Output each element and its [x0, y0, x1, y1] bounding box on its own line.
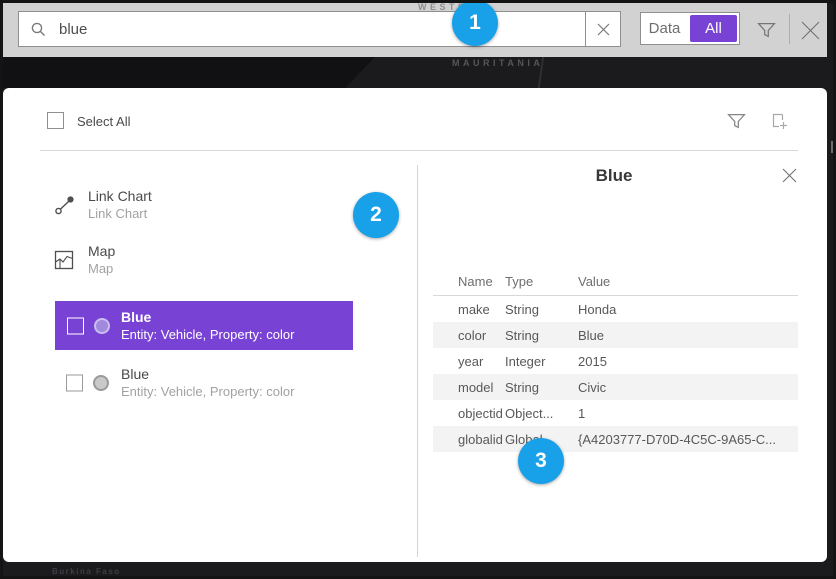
result-title: Blue: [121, 366, 294, 382]
map-label-mauritania: MAURITANIA: [452, 58, 543, 68]
column-header-type: Type: [505, 274, 578, 289]
attribute-table: Name Type Value make String Honda color …: [433, 268, 798, 452]
callout-badge-2: 2: [353, 192, 399, 238]
select-all-checkbox[interactable]: [47, 112, 64, 129]
table-row: objectid Object... 1: [433, 400, 798, 426]
result-subtitle: Entity: Vehicle, Property: color: [121, 384, 294, 399]
map-icon: [53, 249, 75, 271]
toolbar-divider: [789, 14, 790, 44]
filter-button[interactable]: [753, 17, 779, 43]
result-subtitle: Map: [88, 261, 115, 276]
cell-name: objectid: [433, 406, 505, 421]
table-row: globalid Global... {A4203777-D70D-4C5C-9…: [433, 426, 798, 452]
search-icon: [30, 21, 47, 38]
search-box: [18, 11, 621, 47]
table-row: year Integer 2015: [433, 348, 798, 374]
result-title: Link Chart: [88, 188, 152, 204]
search-clear-button[interactable]: [585, 12, 620, 46]
select-all-label: Select All: [77, 114, 130, 129]
result-list: Link Chart Link Chart Map Map Blue En: [3, 165, 417, 407]
result-checkbox[interactable]: [67, 317, 84, 334]
map-landmass: [3, 57, 375, 88]
cell-type: Integer: [505, 354, 578, 369]
result-subtitle: Link Chart: [88, 206, 152, 221]
detail-close-button[interactable]: [778, 164, 800, 186]
cell-name: color: [433, 328, 505, 343]
cell-value: Civic: [578, 380, 798, 395]
results-filter-button[interactable]: [723, 108, 749, 134]
scope-toggle-all[interactable]: All: [690, 15, 737, 42]
cell-name: model: [433, 380, 505, 395]
detail-title: Blue: [430, 166, 798, 186]
link-chart-icon: [53, 193, 77, 217]
cell-type: String: [505, 328, 578, 343]
map-label-burkina-faso: Burkina Faso: [52, 567, 121, 576]
result-subtitle: Entity: Vehicle, Property: color: [121, 327, 294, 342]
callout-badge-1: 1: [452, 0, 498, 46]
result-title: Blue: [121, 309, 294, 325]
search-close-button[interactable]: [797, 17, 823, 43]
cell-value: 2015: [578, 354, 798, 369]
detail-panel: Blue Name Type Value make String Honda c…: [430, 150, 798, 562]
app-screen: MAURITANIA Burkina Faso WESTERN Data All: [0, 0, 836, 579]
result-item-blue[interactable]: Blue Entity: Vehicle, Property: color: [3, 358, 417, 407]
table-row: model String Civic: [433, 374, 798, 400]
add-to-list-button[interactable]: [767, 108, 793, 134]
table-row: color String Blue: [433, 322, 798, 348]
table-header-row: Name Type Value: [433, 268, 798, 296]
cell-type: Object...: [505, 406, 578, 421]
result-item-map[interactable]: Map Map: [3, 232, 417, 287]
cell-value: Honda: [578, 302, 798, 317]
cell-value: {A4203777-D70D-4C5C-9A65-C...: [578, 432, 798, 447]
cell-type: String: [505, 380, 578, 395]
entity-circle-icon: [93, 375, 109, 391]
result-checkbox[interactable]: [66, 374, 83, 391]
scope-toggle: Data All: [640, 12, 740, 45]
result-title: Map: [88, 243, 115, 259]
results-dialog: Select All Link Chart Link Chart: [3, 88, 827, 562]
map-scrollbar-thumb[interactable]: [831, 141, 834, 153]
result-item-blue-selected[interactable]: Blue Entity: Vehicle, Property: color: [55, 301, 353, 350]
entity-circle-icon: [94, 318, 110, 334]
search-toolbar: WESTERN Data All: [3, 3, 827, 57]
cell-name: make: [433, 302, 505, 317]
callout-badge-3: 3: [518, 438, 564, 484]
search-input[interactable]: [47, 21, 585, 38]
cell-value: Blue: [578, 328, 798, 343]
list-detail-divider: [417, 165, 418, 557]
table-row: make String Honda: [433, 296, 798, 322]
cell-type: String: [505, 302, 578, 317]
cell-value: 1: [578, 406, 798, 421]
cell-name: globalid: [433, 432, 505, 447]
column-header-name: Name: [433, 274, 505, 289]
column-header-value: Value: [578, 274, 798, 289]
cell-name: year: [433, 354, 505, 369]
results-header: Select All: [3, 88, 827, 150]
scope-toggle-data[interactable]: Data: [641, 13, 688, 44]
